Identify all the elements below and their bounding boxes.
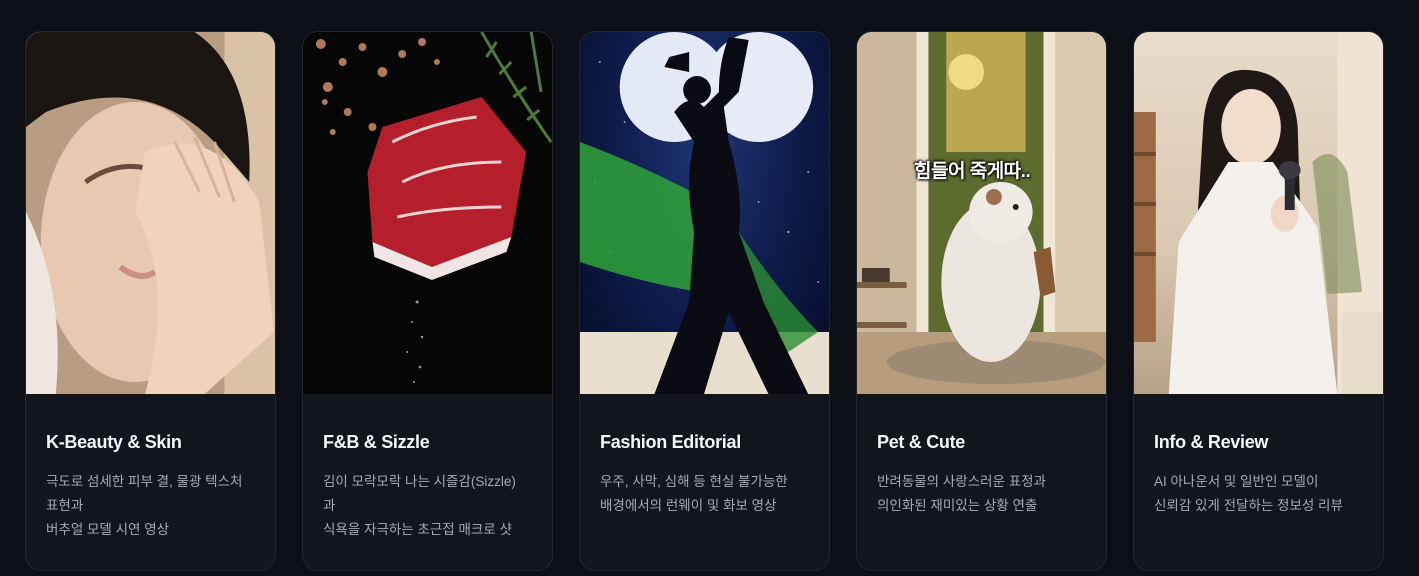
card-title: Pet & Cute: [877, 432, 966, 452]
showcase-card-info[interactable]: Info & Review AI 아나운서 및 일반인 모델이 신뢰감 있게 전…: [1133, 31, 1384, 571]
card-title: Info & Review: [1154, 432, 1269, 452]
card-description: 김이 모락모락 나는 시즐감(Sizzle) 과 식욕을 자극하는 초근접 매크…: [323, 474, 516, 537]
dancer-silhouette-moon-image: [580, 32, 829, 394]
card-description: 반려동물의 사랑스러운 표정과 의인화된 재미있는 상황 연출: [877, 474, 1046, 513]
showcase-card-kbeauty[interactable]: K-Beauty & Skin 극도로 섬세한 피부 결, 물광 텍스처 표현과…: [25, 31, 276, 571]
card-title: F&B & Sizzle: [323, 432, 430, 452]
showcase-card-fnb[interactable]: F&B & Sizzle 김이 모락모락 나는 시즐감(Sizzle) 과 식욕…: [302, 31, 553, 571]
card-description: 우주, 사막, 심해 등 현실 불가능한 배경에서의 런웨이 및 화보 영상: [600, 474, 788, 513]
face-skin-closeup-image: [26, 32, 275, 394]
image-caption: 힘들어 죽게따..: [914, 161, 1031, 182]
card-title: Fashion Editorial: [600, 432, 741, 452]
hamster-doorway-image: 힘들어 죽게따..: [857, 32, 1106, 394]
showcase-grid: K-Beauty & Skin 극도로 섬세한 피부 결, 물광 텍스처 표현과…: [25, 31, 1384, 571]
showcase-card-pet[interactable]: 힘들어 죽게따.. Pet & Cute 반려동물의 사랑스러운 표정과 의인화…: [856, 31, 1107, 571]
card-description: AI 아나운서 및 일반인 모델이 신뢰감 있게 전달하는 정보성 리뷰: [1154, 474, 1343, 513]
card-description: 극도로 섬세한 피부 결, 물광 텍스처 표현과 버추얼 모델 시연 영상: [46, 474, 243, 537]
floating-steak-image: [303, 32, 552, 394]
announcer-microphone-image: [1134, 32, 1383, 394]
showcase-card-fashion[interactable]: Fashion Editorial 우주, 사막, 심해 등 현실 불가능한 배…: [579, 31, 830, 571]
card-title: K-Beauty & Skin: [46, 432, 182, 452]
